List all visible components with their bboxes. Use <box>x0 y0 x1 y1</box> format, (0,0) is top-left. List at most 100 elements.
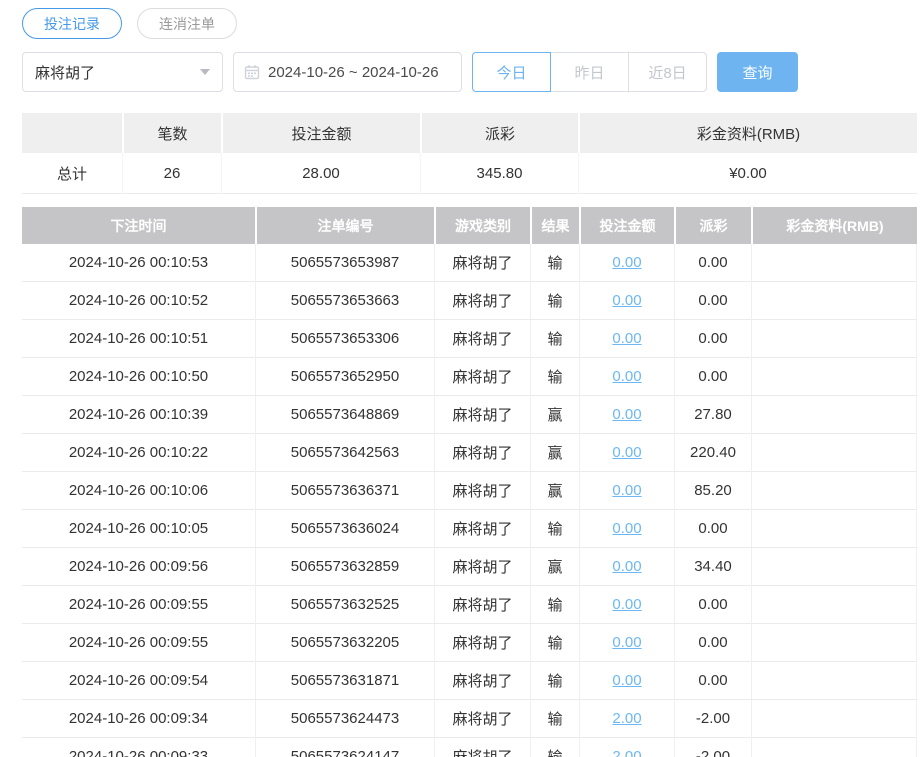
tab-bet-records[interactable]: 投注记录 <box>22 8 122 39</box>
col-payout: 派彩 <box>674 207 751 244</box>
game-category-cell: 麻将胡了 <box>434 320 530 358</box>
game-category-cell: 麻将胡了 <box>434 548 530 586</box>
order-number-cell: 5065573632525 <box>255 586 434 624</box>
bet-amount-link[interactable]: 2.00 <box>612 748 641 757</box>
bet-time-cell: 2024-10-26 00:09:34 <box>22 700 255 738</box>
col-order-number: 注单编号 <box>255 207 434 244</box>
game-category-cell: 麻将胡了 <box>434 472 530 510</box>
game-select[interactable]: 麻将胡了 <box>22 52 223 92</box>
game-select-value: 麻将胡了 <box>35 64 96 82</box>
game-category-cell: 麻将胡了 <box>434 586 530 624</box>
bet-amount-link[interactable]: 2.00 <box>612 710 641 727</box>
game-category-cell: 麻将胡了 <box>434 700 530 738</box>
payout-cell: 0.00 <box>674 282 751 320</box>
bet-time-cell: 2024-10-26 00:09:33 <box>22 738 255 757</box>
table-row: 2024-10-26 00:09:34 5065573624473 麻将胡了输 2.0… <box>22 700 917 738</box>
result-cell: 输 <box>530 586 579 624</box>
order-number-cell: 5065573653987 <box>255 244 434 282</box>
range-last8days-button[interactable]: 近8日 <box>628 52 707 92</box>
result-cell: 输 <box>530 358 579 396</box>
bet-amount-link[interactable]: 0.00 <box>612 292 641 309</box>
summary-header-payout: 派彩 <box>420 113 578 153</box>
payout-cell: 0.00 <box>674 624 751 662</box>
bet-time-cell: 2024-10-26 00:10:06 <box>22 472 255 510</box>
table-row: 2024-10-26 00:09:54 5065573631871 麻将胡了输 0.0… <box>22 662 917 700</box>
summary-header-bet-amount: 投注金额 <box>221 113 420 153</box>
bet-time-cell: 2024-10-26 00:10:22 <box>22 434 255 472</box>
bet-amount-link[interactable]: 0.00 <box>612 254 641 271</box>
tab-chain-cancel-orders[interactable]: 连消注单 <box>137 8 237 39</box>
bet-time-cell: 2024-10-26 00:10:52 <box>22 282 255 320</box>
game-category-cell: 麻将胡了 <box>434 624 530 662</box>
range-yesterday-button[interactable]: 昨日 <box>550 52 629 92</box>
bet-amount-link[interactable]: 0.00 <box>612 330 641 347</box>
result-cell: 赢 <box>530 396 579 434</box>
payout-cell: 85.20 <box>674 472 751 510</box>
col-game-category: 游戏类别 <box>434 207 530 244</box>
tabs-row: 投注记录 连消注单 <box>22 8 922 39</box>
game-category-cell: 麻将胡了 <box>434 282 530 320</box>
table-row: 2024-10-26 00:09:335065573624147麻将胡了输 2.0… <box>22 738 917 757</box>
table-row: 2024-10-26 00:09:55 5065573632525 麻将胡了输 0.0… <box>22 586 917 624</box>
bet-amount-link[interactable]: 0.00 <box>612 596 641 613</box>
bet-amount-link[interactable]: 0.00 <box>612 444 641 461</box>
summary-header-jackpot: 彩金资料(RMB) <box>578 113 917 153</box>
chevron-down-icon <box>200 69 210 75</box>
result-cell: 赢 <box>530 548 579 586</box>
jackpot-cell <box>751 320 917 358</box>
bet-time-cell: 2024-10-26 00:09:54 <box>22 662 255 700</box>
game-category-cell: 麻将胡了 <box>434 358 530 396</box>
quick-range-group: 今日 昨日 近8日 <box>472 52 707 92</box>
bet-amount-link[interactable]: 0.00 <box>612 368 641 385</box>
order-number-cell: 5065573636024 <box>255 510 434 548</box>
col-result: 结果 <box>530 207 579 244</box>
jackpot-cell <box>751 396 917 434</box>
bet-time-cell: 2024-10-26 00:10:39 <box>22 396 255 434</box>
table-row: 2024-10-26 00:10:06 5065573636371 麻将胡了赢 0.0… <box>22 472 917 510</box>
bet-time-cell: 2024-10-26 00:09:55 <box>22 586 255 624</box>
payout-cell: 27.80 <box>674 396 751 434</box>
date-range-input[interactable]: 2024-10-26 ~ 2024-10-26 <box>233 52 462 92</box>
table-row: 2024-10-26 00:10:52 5065573653663 麻将胡了输 0.0… <box>22 282 917 320</box>
bet-amount-link[interactable]: 0.00 <box>612 672 641 689</box>
bet-amount-cell: 0.00 <box>579 358 674 396</box>
table-row: 2024-10-26 00:10:51 5065573653306 麻将胡了输 0.0… <box>22 320 917 358</box>
game-category-cell: 麻将胡了 <box>434 396 530 434</box>
date-range-value: 2024-10-26 ~ 2024-10-26 <box>268 63 439 81</box>
game-category-cell: 麻将胡了 <box>434 738 530 757</box>
jackpot-cell <box>751 624 917 662</box>
bet-amount-cell: 0.00 <box>579 510 674 548</box>
table-row: 2024-10-26 00:10:39 5065573648869 麻将胡了赢 0.0… <box>22 396 917 434</box>
col-jackpot: 彩金资料(RMB) <box>751 207 917 244</box>
bet-time-cell: 2024-10-26 00:09:56 <box>22 548 255 586</box>
bet-amount-cell: 0.00 <box>579 320 674 358</box>
bet-amount-link[interactable]: 0.00 <box>612 482 641 499</box>
bet-time-cell: 2024-10-26 00:10:53 <box>22 244 255 282</box>
result-cell: 输 <box>530 320 579 358</box>
payout-cell: -2.00 <box>674 738 751 757</box>
jackpot-cell <box>751 358 917 396</box>
summary-total-jackpot: ¥0.00 <box>578 153 917 194</box>
payout-cell: 0.00 <box>674 358 751 396</box>
bet-amount-link[interactable]: 0.00 <box>612 558 641 575</box>
col-bet-amount: 投注金额 <box>579 207 674 244</box>
summary-header-blank <box>22 113 122 153</box>
bet-amount-link[interactable]: 0.00 <box>612 520 641 537</box>
jackpot-cell <box>751 662 917 700</box>
col-bet-time: 下注时间 <box>22 207 255 244</box>
bet-amount-cell: 0.00 <box>579 624 674 662</box>
summary-total-count: 26 <box>122 153 221 194</box>
order-number-cell: 5065573652950 <box>255 358 434 396</box>
order-number-cell: 5065573624473 <box>255 700 434 738</box>
search-button[interactable]: 查询 <box>717 52 798 92</box>
bet-amount-link[interactable]: 0.00 <box>612 406 641 423</box>
order-number-cell: 5065573624147 <box>255 738 434 757</box>
bet-amount-cell: 0.00 <box>579 548 674 586</box>
jackpot-cell <box>751 586 917 624</box>
bet-records-table: 下注时间 注单编号 游戏类别 结果 投注金额 派彩 彩金资料(RMB) 2024… <box>22 207 917 757</box>
result-cell: 输 <box>530 662 579 700</box>
range-today-button[interactable]: 今日 <box>472 52 551 92</box>
bet-amount-link[interactable]: 0.00 <box>612 634 641 651</box>
payout-cell: 0.00 <box>674 320 751 358</box>
order-number-cell: 5065573642563 <box>255 434 434 472</box>
